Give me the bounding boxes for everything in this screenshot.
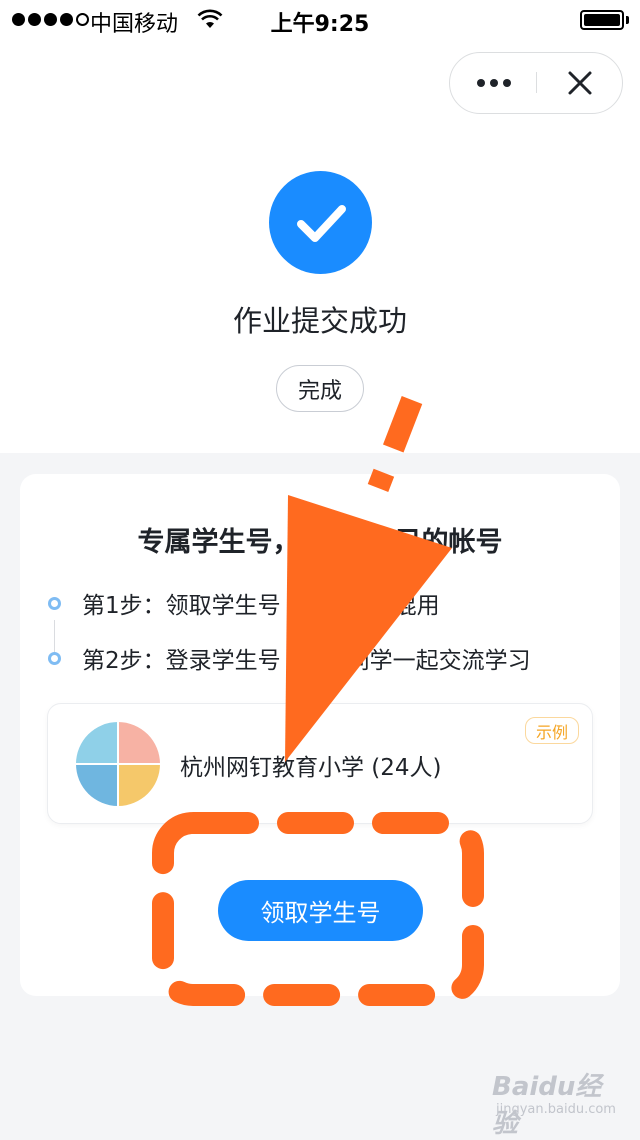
success-title: 作业提交成功	[232, 304, 407, 338]
more-dot-icon	[489, 78, 498, 87]
success-check-icon	[269, 171, 372, 274]
step-dot-icon	[48, 651, 61, 665]
student-account-card: 专属学生号， 己的帐号 第1步：领取学生号 码混用 第2步：登录学生号 同学一起交流学…	[20, 474, 620, 996]
card-title: 专属学生号， 己的帐号	[20, 520, 620, 559]
more-options-button[interactable]	[450, 53, 537, 112]
done-button[interactable]: 完成	[276, 365, 364, 412]
step-item: 第1步：领取学生号 码混用	[48, 585, 440, 621]
step-text: 第2步：登录学生号 同学一起交流学习	[82, 648, 531, 674]
mini-program-capsule	[449, 52, 623, 114]
watermark-url: jingyan.baidu.com	[496, 1102, 616, 1117]
card-title-head: 专属学生号，	[137, 527, 300, 558]
step-dot-icon	[48, 596, 61, 610]
baidu-watermark: Baidu经验 jingyan.baidu.com	[492, 1066, 616, 1139]
example-badge: 示例	[525, 717, 579, 744]
status-bar: 中国移动 上午9:25	[0, 0, 640, 40]
school-avatar	[76, 722, 160, 806]
school-example-card: 杭州网钉教育小学 (24人) 示例	[47, 703, 593, 824]
claim-student-number-button[interactable]: 领取学生号	[218, 880, 423, 941]
step-text: 第1步：领取学生号 码混用	[82, 593, 440, 619]
more-dot-icon	[502, 78, 511, 87]
capsule-divider	[536, 72, 537, 93]
step-item: 第2步：登录学生号 同学一起交流学习	[48, 640, 531, 676]
card-title-tail: 己的帐号	[394, 527, 503, 558]
battery-cap	[626, 16, 629, 24]
more-dot-icon	[476, 78, 485, 87]
battery-icon	[580, 10, 624, 30]
status-time: 上午9:25	[270, 12, 370, 37]
close-icon	[568, 71, 592, 94]
close-button[interactable]	[538, 53, 622, 112]
school-name: 杭州网钉教育小学 (24人)	[180, 755, 442, 781]
